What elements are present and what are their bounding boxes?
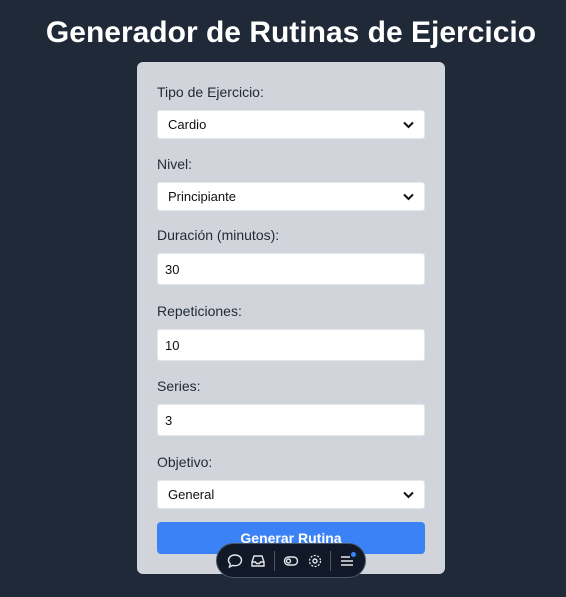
- chevron-down-icon: [402, 489, 414, 501]
- menu-icon[interactable]: [335, 549, 359, 573]
- objective-label: Objetivo:: [157, 454, 213, 470]
- exercise-type-select[interactable]: Cardio: [157, 110, 425, 139]
- toggle-icon[interactable]: [279, 549, 303, 573]
- chevron-down-icon: [402, 191, 414, 203]
- duration-input[interactable]: [157, 253, 425, 285]
- floating-toolbar: [216, 543, 366, 578]
- repetitions-label: Repeticiones:: [157, 303, 242, 319]
- inbox-icon[interactable]: [247, 549, 271, 573]
- repetitions-input[interactable]: [157, 329, 425, 361]
- exercise-type-label: Tipo de Ejercicio:: [157, 84, 264, 100]
- eye-settings-icon[interactable]: [303, 549, 327, 573]
- exercise-type-value: Cardio: [168, 117, 207, 132]
- routine-form-card: Tipo de Ejercicio: Cardio Nivel: Princip…: [137, 62, 445, 574]
- objective-value: General: [168, 487, 215, 502]
- objective-select[interactable]: General: [157, 480, 425, 509]
- toolbar-divider: [330, 550, 332, 571]
- notification-dot: [351, 551, 357, 557]
- chevron-down-icon: [402, 119, 414, 131]
- series-input[interactable]: [157, 404, 425, 436]
- toolbar-divider: [274, 550, 276, 571]
- level-select[interactable]: Principiante: [157, 182, 425, 211]
- comment-icon[interactable]: [223, 549, 247, 573]
- level-value: Principiante: [168, 189, 236, 204]
- series-label: Series:: [157, 378, 201, 394]
- duration-label: Duración (minutos):: [157, 227, 280, 243]
- page-title: Generador de Rutinas de Ejercicio: [45, 16, 537, 49]
- level-label: Nivel:: [157, 156, 193, 172]
